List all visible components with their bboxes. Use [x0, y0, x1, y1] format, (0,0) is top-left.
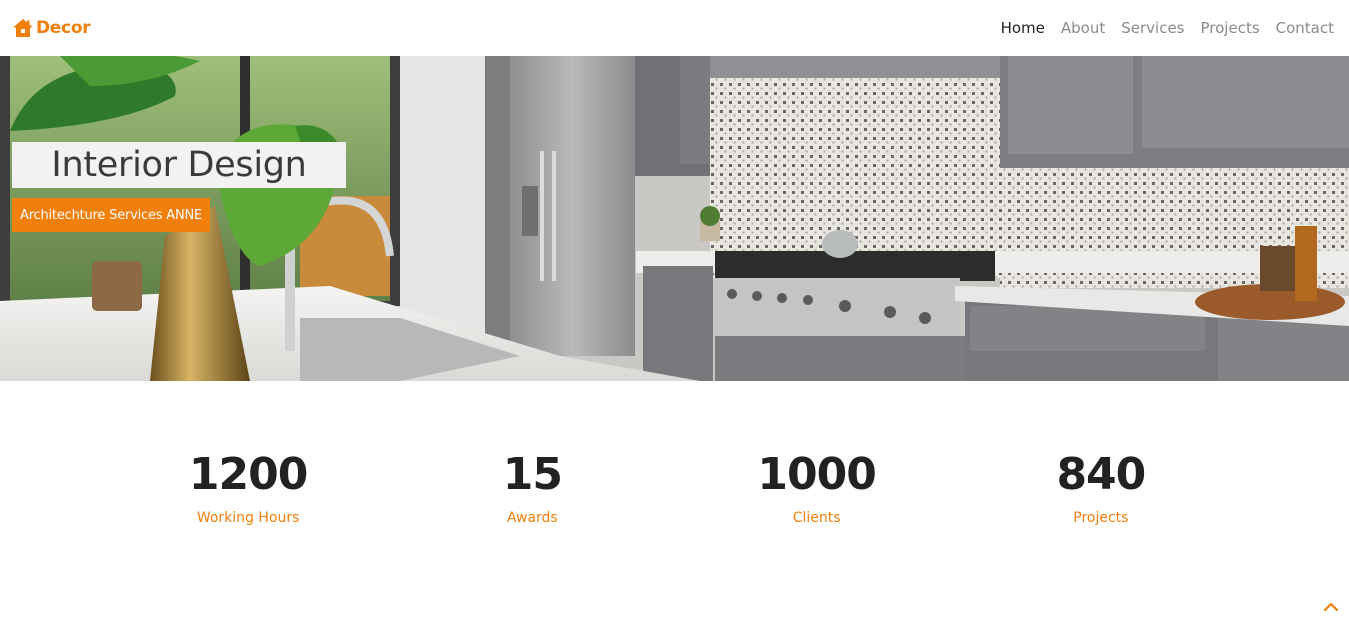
main-nav: Home About Services Projects Contact [993, 19, 1334, 37]
nav-item-contact[interactable]: Contact [1268, 19, 1334, 37]
house-icon [13, 19, 33, 37]
stat-label: Projects [1073, 510, 1129, 526]
nav-item-services[interactable]: Services [1113, 19, 1192, 37]
nav-item-home[interactable]: Home [993, 19, 1053, 37]
hero-title: Interior Design [51, 145, 307, 185]
stat-item: 15 Awards [390, 440, 674, 526]
chevron-up-icon[interactable] [1322, 598, 1340, 616]
stat-value: 15 [502, 449, 563, 500]
stat-label: Clients [792, 510, 841, 526]
stat-item: 1200 Working Hours [106, 440, 390, 526]
stat-label: Awards [507, 510, 558, 526]
stat-item: 840 Projects [959, 440, 1243, 526]
brand-name: Decor [36, 18, 91, 38]
stat-value: 840 [1056, 449, 1146, 500]
navbar: Decor Home About Services Projects Conta… [0, 0, 1349, 56]
nav-item-projects[interactable]: Projects [1193, 19, 1268, 37]
hero-subtitle: Architechture Services ANNE [20, 207, 203, 223]
stat-value: 1200 [188, 449, 308, 500]
nav-item-about[interactable]: About [1053, 19, 1113, 37]
stat-item: 1000 Clients [675, 440, 959, 526]
stat-value: 1000 [757, 449, 876, 500]
stats-section: 1200 Working Hours 15 Awards 1000 Client… [106, 440, 1243, 526]
stat-label: Working Hours [196, 510, 300, 526]
hero-banner: Interior Design Architechture Services A… [0, 56, 1349, 381]
hero-subtitle-badge: Architechture Services ANNE [12, 198, 211, 232]
hero-title-box: Interior Design [12, 142, 346, 188]
brand-logo-link[interactable]: Decor [12, 18, 91, 38]
